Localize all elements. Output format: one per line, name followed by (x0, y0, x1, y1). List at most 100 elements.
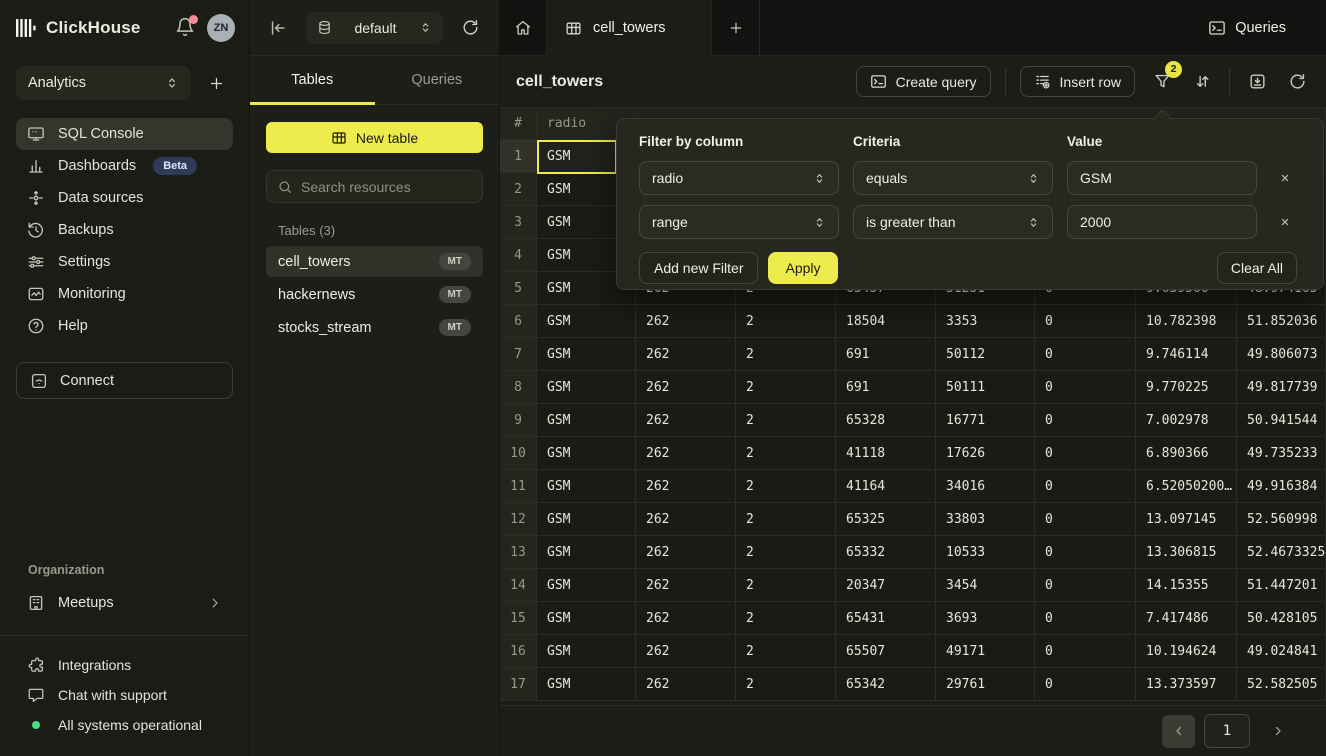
table-cell[interactable]: 7.417486 (1136, 602, 1237, 635)
table-cell[interactable]: 65507 (836, 635, 936, 668)
add-workspace-button[interactable] (199, 66, 233, 100)
table-cell[interactable]: 33803 (936, 503, 1035, 536)
table-cell[interactable]: 6.52050200… (1136, 470, 1237, 503)
table-cell[interactable]: 0 (1035, 503, 1136, 536)
table-cell[interactable]: 50111 (936, 371, 1035, 404)
table-list-item-hackernews[interactable]: hackernews MT (266, 279, 483, 310)
table-cell[interactable]: 49171 (936, 635, 1035, 668)
table-cell[interactable]: 65342 (836, 668, 936, 701)
table-cell[interactable]: 262 (636, 503, 736, 536)
table-cell[interactable]: 49.024841 (1237, 635, 1326, 668)
table-cell[interactable]: 262 (636, 635, 736, 668)
filter-criteria-select[interactable]: equals (853, 161, 1053, 195)
refresh-tables-button[interactable] (461, 18, 481, 38)
table-cell[interactable]: 9.746114 (1136, 338, 1237, 371)
table-cell[interactable]: GSM (537, 470, 636, 503)
remove-filter-button[interactable]: × (1271, 214, 1299, 231)
table-cell[interactable]: 2 (736, 437, 836, 470)
queries-button[interactable]: Queries (1208, 19, 1286, 37)
table-cell[interactable]: GSM (537, 536, 636, 569)
search-input[interactable] (301, 179, 482, 195)
table-cell[interactable]: 52.560998 (1237, 503, 1326, 536)
search-box[interactable] (266, 170, 483, 203)
table-cell[interactable]: 9.770225 (1136, 371, 1237, 404)
table-cell[interactable]: 2 (736, 668, 836, 701)
table-cell[interactable]: 262 (636, 536, 736, 569)
table-cell[interactable]: 29761 (936, 668, 1035, 701)
table-cell[interactable]: 65325 (836, 503, 936, 536)
table-cell[interactable]: GSM (537, 503, 636, 536)
table-cell[interactable]: GSM (537, 305, 636, 338)
apply-filters-button[interactable]: Apply (768, 252, 837, 284)
table-cell[interactable]: 13.373597 (1136, 668, 1237, 701)
table-cell[interactable]: 65328 (836, 404, 936, 437)
sidebar-item-monitoring[interactable]: Monitoring (16, 278, 233, 310)
table-cell[interactable]: 262 (636, 305, 736, 338)
sidebar-item-dashboards[interactable]: Dashboards Beta (16, 150, 233, 182)
workspace-select[interactable]: Analytics (16, 66, 191, 100)
avatar[interactable]: ZN (207, 14, 235, 42)
current-page[interactable]: 1 (1204, 714, 1250, 748)
insert-row-button[interactable]: Insert row (1020, 66, 1135, 97)
table-cell[interactable]: 262 (636, 404, 736, 437)
sidebar-item-chat-support[interactable]: Chat with support (16, 680, 233, 710)
sidebar-item-help[interactable]: Help (16, 310, 233, 342)
table-cell[interactable]: 14.15355 (1136, 569, 1237, 602)
table-cell[interactable]: GSM (537, 338, 636, 371)
table-cell[interactable]: 51.447201 (1237, 569, 1326, 602)
table-cell[interactable]: GSM (537, 635, 636, 668)
table-cell[interactable]: 49.735233 (1237, 437, 1326, 470)
table-cell[interactable]: 10.194624 (1136, 635, 1237, 668)
table-cell[interactable]: 49.817739 (1237, 371, 1326, 404)
table-cell[interactable]: 50112 (936, 338, 1035, 371)
new-tab-button[interactable] (712, 0, 760, 56)
table-cell[interactable]: 0 (1035, 569, 1136, 602)
table-cell[interactable]: 16771 (936, 404, 1035, 437)
sidebar-item-settings[interactable]: Settings (16, 246, 233, 278)
table-cell[interactable]: 50.428105 (1237, 602, 1326, 635)
tab-cell-towers[interactable]: cell_towers (547, 0, 712, 56)
table-cell[interactable]: 262 (636, 338, 736, 371)
create-query-button[interactable]: Create query (856, 66, 991, 97)
table-cell[interactable]: 3454 (936, 569, 1035, 602)
table-cell[interactable]: 10533 (936, 536, 1035, 569)
home-tab[interactable] (500, 0, 547, 56)
table-cell[interactable]: 262 (636, 470, 736, 503)
sidebar-item-backups[interactable]: Backups (16, 214, 233, 246)
table-cell[interactable]: 0 (1035, 437, 1136, 470)
table-cell[interactable]: GSM (537, 569, 636, 602)
table-cell[interactable]: 41164 (836, 470, 936, 503)
collapse-sidebar-button[interactable] (268, 18, 288, 38)
table-cell[interactable]: GSM (537, 668, 636, 701)
table-cell[interactable]: 20347 (836, 569, 936, 602)
database-select[interactable]: default (306, 12, 443, 44)
table-cell[interactable]: 262 (636, 371, 736, 404)
table-cell[interactable]: 2 (736, 602, 836, 635)
table-cell[interactable]: 2 (736, 404, 836, 437)
table-cell[interactable]: 0 (1035, 371, 1136, 404)
table-list-item-stocks-stream[interactable]: stocks_stream MT (266, 312, 483, 343)
table-cell[interactable]: 49.916384 (1237, 470, 1326, 503)
sidebar-item-sql-console[interactable]: SQL Console (16, 118, 233, 150)
next-page-button[interactable] (1261, 715, 1294, 748)
table-cell[interactable]: 2 (736, 338, 836, 371)
table-cell[interactable]: 52.4673325 (1237, 536, 1326, 569)
table-cell[interactable]: 18504 (836, 305, 936, 338)
table-cell[interactable]: 0 (1035, 668, 1136, 701)
tab-queries[interactable]: Queries (375, 56, 500, 104)
table-cell[interactable]: 2 (736, 371, 836, 404)
sidebar-item-data-sources[interactable]: Data sources (16, 182, 233, 214)
export-button[interactable] (1244, 69, 1270, 95)
sidebar-item-meetups[interactable]: Meetups (16, 587, 233, 619)
table-cell[interactable]: 13.306815 (1136, 536, 1237, 569)
previous-page-button[interactable] (1162, 715, 1195, 748)
table-cell[interactable]: 0 (1035, 602, 1136, 635)
table-cell[interactable]: 262 (636, 569, 736, 602)
remove-filter-button[interactable]: × (1271, 170, 1299, 187)
filter-value-input[interactable] (1067, 161, 1257, 195)
sidebar-item-integrations[interactable]: Integrations (16, 650, 233, 680)
sort-button[interactable] (1189, 69, 1215, 95)
table-cell[interactable]: 2 (736, 635, 836, 668)
table-list-item-cell-towers[interactable]: cell_towers MT (266, 246, 483, 277)
table-cell[interactable]: 65332 (836, 536, 936, 569)
